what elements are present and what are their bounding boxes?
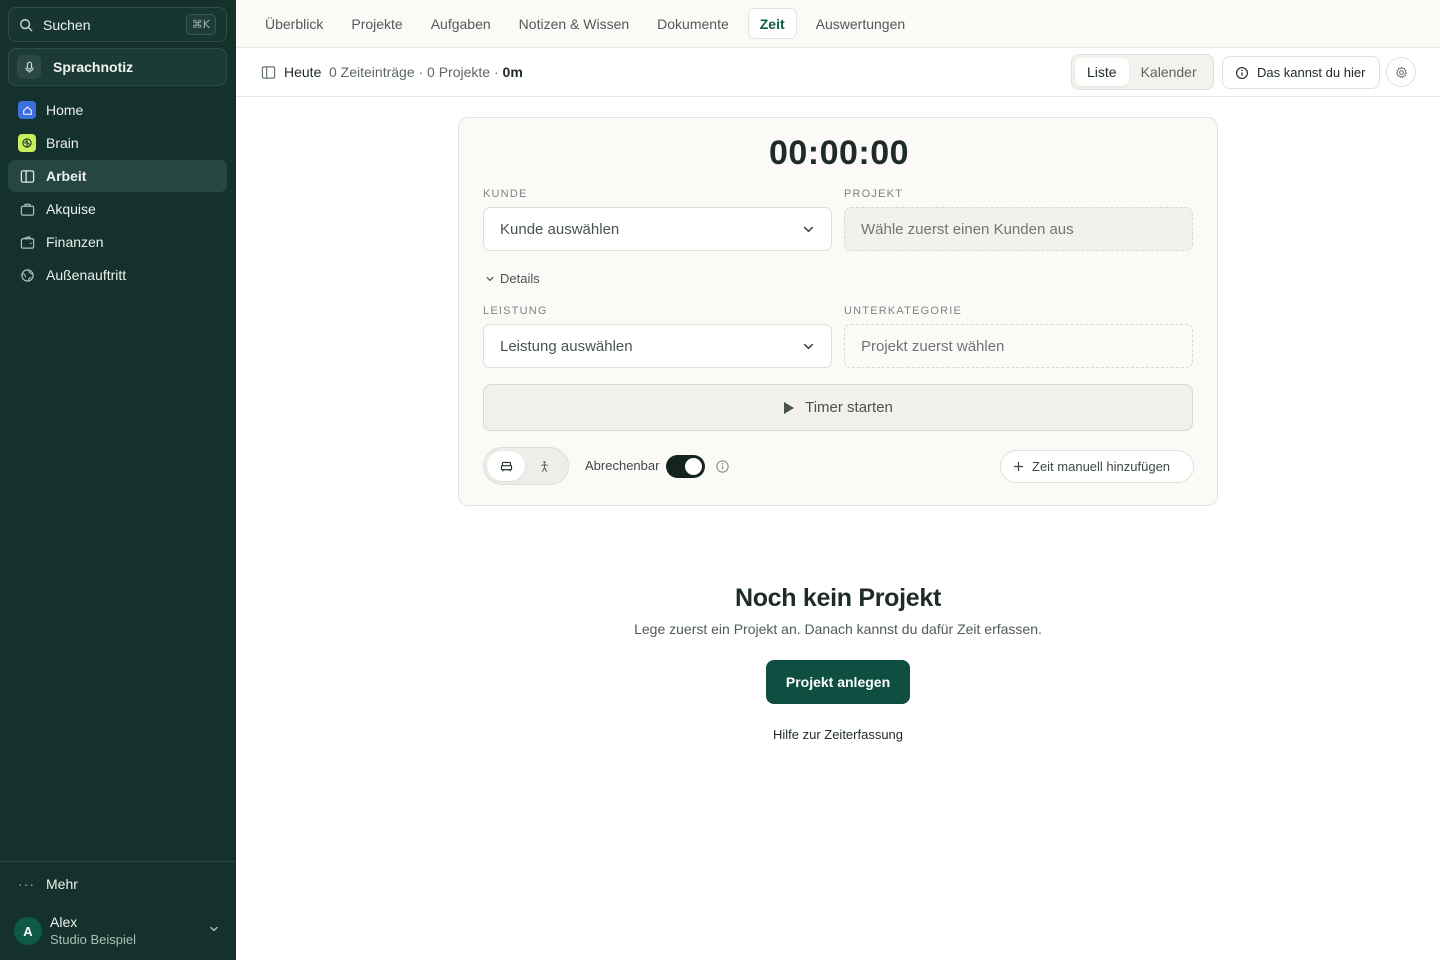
sidebar-item-label: Außenauftritt bbox=[46, 267, 127, 283]
tab-zeit[interactable]: Zeit bbox=[747, 8, 797, 39]
sidebar-item-brain[interactable]: Brain bbox=[8, 127, 227, 159]
sidebar: Suchen ⌘K Sprachnotiz Home Brain Arbeit bbox=[0, 0, 236, 960]
subcategory-select-value: Projekt zuerst wählen bbox=[861, 337, 1005, 355]
layout-icon bbox=[18, 167, 36, 185]
search-icon bbox=[20, 18, 33, 31]
more-dots-icon: ··· bbox=[18, 876, 35, 892]
user-menu[interactable]: A Alex Studio Beispiel bbox=[14, 914, 224, 948]
add-time-manually-button[interactable]: Zeit manuell hinzufügen bbox=[1000, 450, 1194, 483]
more-button[interactable]: ··· Mehr bbox=[18, 876, 78, 892]
sidebar-footer: ··· Mehr A Alex Studio Beispiel bbox=[0, 861, 236, 960]
sidebar-item-arbeit[interactable]: Arbeit bbox=[8, 160, 227, 192]
service-select-value: Leistung auswählen bbox=[500, 337, 633, 355]
sidebar-item-label: Brain bbox=[46, 135, 79, 151]
timer-clock: 00:00:00 bbox=[768, 134, 910, 172]
more-label: Mehr bbox=[46, 876, 78, 892]
page-title: Heute bbox=[284, 64, 322, 80]
sidebar-item-label: Finanzen bbox=[46, 234, 104, 250]
timer-card: 00:00:00 KUNDE Kunde auswählen PROJEKT W… bbox=[458, 117, 1218, 506]
client-select[interactable]: Kunde auswählen bbox=[483, 207, 832, 251]
voice-note-button[interactable]: Sprachnotiz bbox=[8, 48, 227, 86]
info-icon bbox=[1236, 66, 1248, 79]
sidebar-toggle-icon[interactable] bbox=[261, 65, 276, 80]
person-walking-icon bbox=[540, 460, 548, 472]
user-name: Alex bbox=[50, 914, 78, 930]
details-toggle[interactable]: Details bbox=[485, 271, 540, 286]
sofa-icon bbox=[500, 461, 512, 471]
briefcase-icon bbox=[18, 200, 36, 218]
sidebar-item-label: Home bbox=[46, 102, 84, 118]
view-list-button[interactable]: Liste bbox=[1075, 58, 1129, 86]
gear-icon bbox=[1395, 66, 1407, 78]
client-select-value: Kunde auswählen bbox=[500, 220, 620, 238]
globe-icon bbox=[18, 266, 36, 284]
start-timer-button[interactable]: Timer starten bbox=[483, 384, 1193, 431]
tabs: Überblick Projekte Aufgaben Notizen & Wi… bbox=[256, 8, 924, 39]
add-time-manually-label: Zeit manuell hinzufügen bbox=[1032, 459, 1171, 474]
tab-notizen-wissen[interactable]: Notizen & Wissen bbox=[510, 8, 638, 39]
tab-dokumente[interactable]: Dokumente bbox=[648, 8, 738, 39]
mode-office-button[interactable] bbox=[487, 451, 525, 481]
info-icon[interactable] bbox=[715, 459, 730, 474]
avatar: A bbox=[14, 917, 42, 945]
service-select[interactable]: Leistung auswählen bbox=[483, 324, 832, 368]
empty-state-subtitle: Lege zuerst ein Projekt an. Danach kanns… bbox=[634, 621, 1042, 637]
sidebar-item-aussenauftritt[interactable]: Außenauftritt bbox=[8, 259, 227, 291]
project-label: PROJEKT bbox=[844, 188, 904, 200]
microphone-icon bbox=[17, 55, 41, 79]
wallet-icon bbox=[18, 233, 36, 251]
details-label: Details bbox=[500, 271, 540, 286]
home-icon bbox=[18, 101, 36, 119]
summary-counts: 0 Zeiteinträge · 0 Projekte · bbox=[329, 64, 503, 80]
project-select: Wähle zuerst einen Kunden aus bbox=[844, 207, 1193, 251]
sidebar-item-label: Akquise bbox=[46, 201, 96, 217]
view-calendar-button[interactable]: Kalender bbox=[1129, 58, 1209, 86]
summary-total: 0m bbox=[502, 64, 523, 80]
start-timer-label: Timer starten bbox=[805, 399, 893, 416]
create-project-button[interactable]: Projekt anlegen bbox=[766, 660, 910, 704]
work-mode-switch bbox=[483, 447, 569, 485]
time-tracking-help-link[interactable]: Hilfe zur Zeiterfassung bbox=[236, 727, 1440, 742]
service-label: LEISTUNG bbox=[483, 305, 548, 317]
subcategory-select: Projekt zuerst wählen bbox=[844, 324, 1193, 368]
settings-button[interactable] bbox=[1386, 57, 1416, 87]
billable-toggle[interactable] bbox=[666, 455, 705, 478]
play-icon bbox=[784, 401, 795, 414]
subcategory-label: UNTERKATEGORIE bbox=[844, 305, 963, 317]
plus-icon bbox=[1013, 461, 1024, 472]
sidebar-nav: Home Brain Arbeit Akquise Finanzen Außen… bbox=[8, 94, 227, 292]
sidebar-item-finanzen[interactable]: Finanzen bbox=[8, 226, 227, 258]
billable-toggle-knob bbox=[685, 458, 702, 475]
user-organization: Studio Beispiel bbox=[50, 932, 136, 947]
voice-note-label: Sprachnotiz bbox=[53, 59, 134, 75]
project-select-value: Wähle zuerst einen Kunden aus bbox=[861, 220, 1074, 238]
user-info: Alex Studio Beispiel bbox=[50, 914, 136, 948]
brain-icon bbox=[18, 134, 36, 152]
search-shortcut: ⌘K bbox=[185, 14, 216, 35]
empty-state-title: Noch kein Projekt bbox=[734, 584, 942, 612]
view-switch: Liste Kalender bbox=[1071, 54, 1214, 90]
help-button[interactable]: Das kannst du hier bbox=[1222, 56, 1380, 89]
tab-auswertungen[interactable]: Auswertungen bbox=[807, 8, 915, 39]
billable-label: Abrechenbar bbox=[585, 458, 660, 473]
chevron-down-icon bbox=[486, 276, 494, 281]
search-button[interactable]: Suchen ⌘K bbox=[8, 7, 227, 42]
tab-ueberblick[interactable]: Überblick bbox=[256, 8, 332, 39]
sub-header: Heute 0 Zeiteinträge · 0 Projekte · 0m L… bbox=[236, 48, 1440, 97]
tab-projekte[interactable]: Projekte bbox=[342, 8, 411, 39]
sidebar-item-label: Arbeit bbox=[46, 168, 87, 184]
search-label: Suchen bbox=[43, 16, 91, 33]
tab-aufgaben[interactable]: Aufgaben bbox=[422, 8, 500, 39]
sidebar-item-akquise[interactable]: Akquise bbox=[8, 193, 227, 225]
sidebar-item-home[interactable]: Home bbox=[8, 94, 227, 126]
client-label: KUNDE bbox=[483, 188, 528, 200]
top-tab-bar: Überblick Projekte Aufgaben Notizen & Wi… bbox=[236, 0, 1440, 48]
chevron-down-icon bbox=[803, 226, 814, 233]
chevron-down-icon bbox=[210, 926, 218, 932]
chevron-down-icon bbox=[803, 343, 814, 350]
mode-onsite-button[interactable] bbox=[525, 451, 563, 481]
help-button-label: Das kannst du hier bbox=[1257, 65, 1366, 80]
summary-stats: 0 Zeiteinträge · 0 Projekte · 0m bbox=[329, 64, 523, 80]
